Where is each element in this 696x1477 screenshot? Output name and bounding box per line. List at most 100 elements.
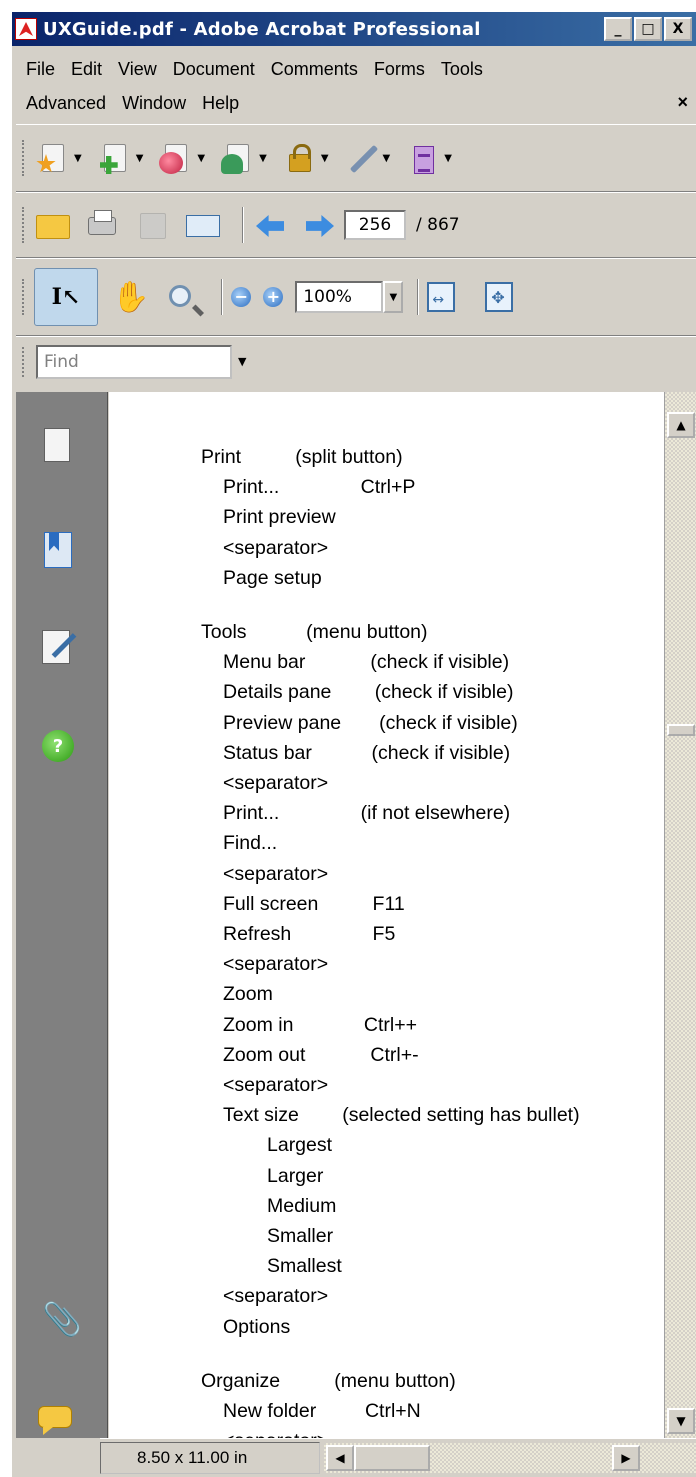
comments-icon[interactable] bbox=[38, 1406, 72, 1428]
fit-page-button[interactable] bbox=[485, 282, 514, 312]
window-margin-left bbox=[0, 0, 12, 1477]
document-line: <separator> bbox=[223, 772, 329, 794]
document-line: New folder Ctrl+N bbox=[223, 1400, 421, 1422]
vertical-scrollbar[interactable]: ▲ ▼ bbox=[664, 392, 696, 1438]
menu-tools[interactable]: Tools bbox=[441, 59, 483, 80]
marquee-zoom-button[interactable] bbox=[163, 279, 199, 315]
scroll-down-icon[interactable]: ▼ bbox=[667, 1408, 695, 1434]
folder-icon bbox=[36, 215, 70, 239]
secure-button[interactable]: ▼ bbox=[281, 140, 329, 176]
combine-files-button[interactable]: ▼ bbox=[96, 140, 144, 176]
scroll-thumb[interactable] bbox=[667, 724, 695, 736]
chevron-down-icon[interactable]: ▼ bbox=[136, 153, 144, 164]
menu-file[interactable]: File bbox=[26, 59, 55, 80]
select-tool-button[interactable]: I↖ bbox=[34, 268, 98, 326]
toolbar-grip[interactable] bbox=[22, 346, 26, 377]
toolbar-separator bbox=[242, 207, 244, 243]
file-toolbar: 256 / 867 bbox=[16, 192, 696, 258]
chevron-down-icon[interactable]: ▼ bbox=[238, 355, 246, 368]
menu-comments[interactable]: Comments bbox=[271, 59, 358, 80]
page-number-input[interactable]: 256 bbox=[344, 210, 406, 240]
tasks-toolbar: ▼ ▼ ▼ ▼ ▼ ▼ ▼ bbox=[16, 124, 696, 192]
fit-width-icon bbox=[427, 282, 456, 312]
document-line: Larger bbox=[267, 1164, 324, 1187]
document-line: Full screen F11 bbox=[223, 892, 405, 915]
document-line: Details pane (check if visible) bbox=[223, 681, 514, 704]
document-line: Menu bar (check if visible) bbox=[223, 651, 510, 674]
toolbar-grip[interactable] bbox=[22, 279, 26, 315]
scroll-up-icon[interactable]: ▲ bbox=[667, 412, 695, 438]
toolbar-separator bbox=[417, 279, 420, 315]
title-bar[interactable]: UXGuide.pdf - Adobe Acrobat Professional… bbox=[12, 12, 696, 46]
acrobat-icon[interactable] bbox=[15, 18, 37, 40]
document-line: Smaller bbox=[267, 1225, 334, 1247]
menu-help[interactable]: Help bbox=[202, 93, 239, 114]
menu-view[interactable]: View bbox=[118, 59, 157, 80]
menu-window[interactable]: Window bbox=[122, 93, 186, 114]
select-zoom-toolbar: I↖ ✋ − + 100% ▼ bbox=[16, 258, 696, 336]
chevron-down-icon[interactable]: ▼ bbox=[259, 153, 267, 164]
bookmarks-icon[interactable] bbox=[44, 532, 72, 568]
previous-page-button[interactable] bbox=[252, 207, 288, 243]
print-button[interactable] bbox=[84, 207, 120, 243]
document-line: Medium bbox=[267, 1194, 337, 1217]
document-line: <separator> bbox=[223, 1430, 328, 1438]
chevron-down-icon[interactable]: ▼ bbox=[321, 153, 329, 164]
document-close-icon[interactable]: × bbox=[677, 92, 688, 113]
export-button[interactable]: ▼ bbox=[157, 140, 205, 176]
toolbar-grip[interactable] bbox=[22, 140, 26, 176]
email-button[interactable] bbox=[184, 207, 220, 243]
chevron-down-icon[interactable]: ▼ bbox=[74, 153, 82, 164]
arrow-right-icon bbox=[306, 215, 334, 237]
close-button[interactable]: X bbox=[664, 17, 692, 41]
open-button[interactable] bbox=[34, 207, 70, 243]
fit-width-button[interactable] bbox=[427, 282, 456, 312]
attachments-icon[interactable]: 📎 bbox=[42, 1300, 82, 1340]
save-button[interactable] bbox=[134, 207, 170, 243]
minimize-button[interactable]: _ bbox=[604, 17, 632, 41]
next-page-button[interactable] bbox=[302, 207, 338, 243]
toolbar-grip[interactable] bbox=[22, 207, 26, 243]
menu-edit[interactable]: Edit bbox=[71, 59, 102, 80]
printer-icon bbox=[88, 210, 116, 235]
hand-tool-button[interactable]: ✋ bbox=[112, 280, 149, 315]
maximize-button[interactable]: □ bbox=[634, 17, 662, 41]
chevron-down-icon[interactable]: ▼ bbox=[197, 153, 205, 164]
email-icon bbox=[186, 215, 220, 237]
document-line: Print (split button) bbox=[201, 446, 403, 468]
find-input[interactable]: Find bbox=[36, 344, 232, 379]
status-bar: 8.50 x 11.00 in ◀ ▶ bbox=[100, 1438, 696, 1477]
select-cursor-icon: I↖ bbox=[34, 268, 98, 326]
menu-document[interactable]: Document bbox=[173, 59, 255, 80]
scroll-left-icon[interactable]: ◀ bbox=[326, 1445, 354, 1471]
scroll-right-icon[interactable]: ▶ bbox=[612, 1445, 640, 1471]
signatures-icon[interactable] bbox=[42, 630, 70, 664]
document-page[interactable]: the Tools menu. Print (split button) Print… bbox=[109, 392, 664, 1438]
review-button[interactable]: ▼ bbox=[219, 140, 267, 176]
window-margin-top bbox=[0, 0, 696, 12]
document-line: Largest bbox=[267, 1134, 333, 1157]
zoom-select[interactable]: 100% ▼ bbox=[295, 281, 404, 313]
menu-advanced[interactable]: Advanced bbox=[26, 93, 106, 114]
horizontal-scroll-thumb[interactable] bbox=[354, 1445, 430, 1471]
chevron-down-icon[interactable]: ▼ bbox=[444, 153, 452, 164]
menu-forms[interactable]: Forms bbox=[374, 59, 425, 80]
zoom-value[interactable]: 100% bbox=[295, 281, 384, 313]
fit-page-icon bbox=[485, 282, 514, 312]
chevron-down-icon[interactable]: ▼ bbox=[383, 153, 391, 164]
zoom-out-button[interactable]: − bbox=[231, 287, 252, 307]
page-count: / 867 bbox=[416, 215, 460, 235]
pages-icon[interactable] bbox=[39, 428, 70, 469]
chevron-down-icon[interactable]: ▼ bbox=[383, 281, 404, 313]
horizontal-scrollbar[interactable]: ◀ ▶ bbox=[324, 1443, 696, 1473]
forms-button[interactable]: ▼ bbox=[404, 140, 452, 176]
document-line: <separator> bbox=[223, 536, 329, 559]
zoom-in-button[interactable]: + bbox=[263, 287, 284, 307]
window-title: UXGuide.pdf - Adobe Acrobat Professional bbox=[43, 18, 481, 40]
document-line: Preview pane (check if visible) bbox=[223, 711, 518, 734]
sign-button[interactable]: ▼ bbox=[343, 140, 391, 176]
help-icon[interactable]: ? bbox=[42, 730, 74, 762]
document-line: Print preview bbox=[223, 506, 336, 529]
create-pdf-button[interactable]: ▼ bbox=[34, 140, 82, 176]
find-toolbar: Find ▼ bbox=[16, 336, 696, 386]
